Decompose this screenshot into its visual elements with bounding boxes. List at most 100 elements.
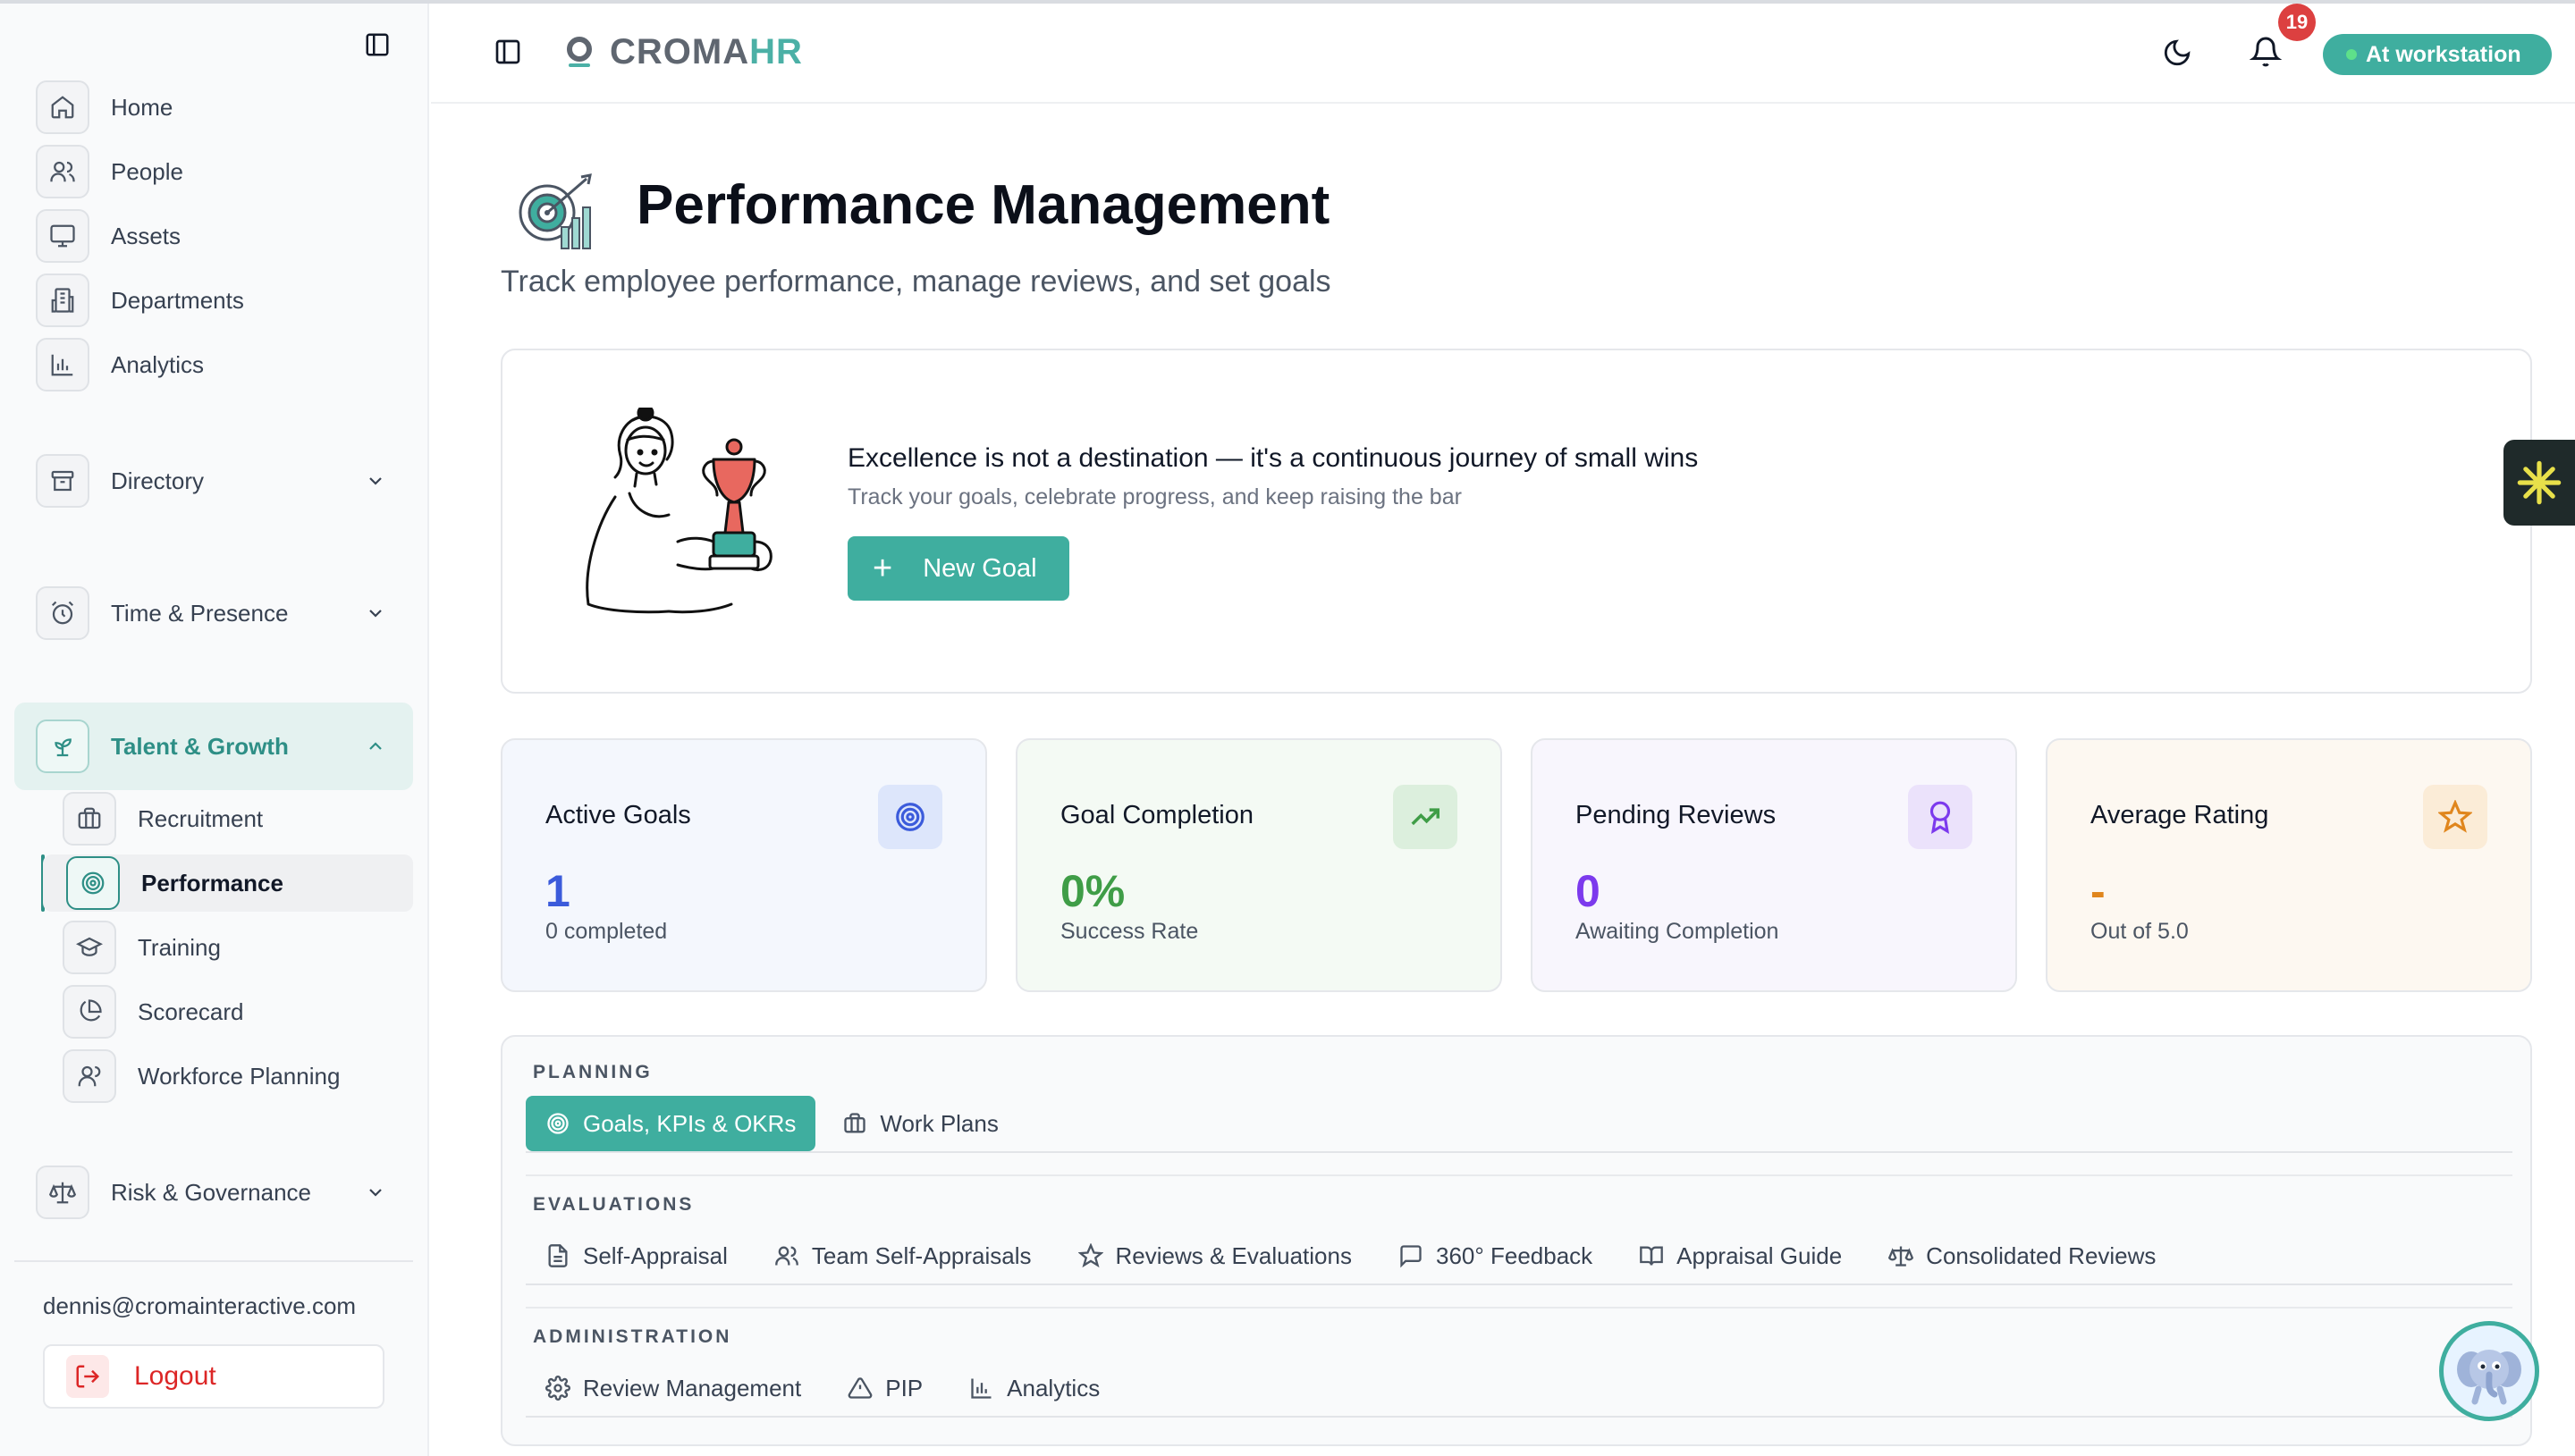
sidebar-group-risk-governance[interactable]: Risk & Governance (36, 1164, 411, 1221)
sidebar-subitem-label: Workforce Planning (138, 1062, 341, 1090)
panel-left-icon (366, 33, 389, 56)
section-title-planning: PLANNING (533, 1062, 653, 1082)
sidebar-item-analytics[interactable]: Analytics (36, 336, 411, 393)
chevron-down-icon (369, 477, 382, 485)
section-title-administration: ADMINISTRATION (533, 1326, 732, 1347)
target-icon (878, 785, 942, 849)
tab-reviews-evaluations[interactable]: Reviews & Evaluations (1059, 1228, 1372, 1283)
new-goal-button[interactable]: + New Goal (848, 536, 1069, 601)
sidebar-item-assets[interactable]: Assets (36, 207, 411, 265)
stat-subtext: Out of 5.0 (2090, 919, 2189, 944)
moon-icon (2164, 39, 2191, 66)
logout-label: Logout (134, 1361, 216, 1391)
briefcase-icon (63, 792, 116, 846)
presence-status-label: At workstation (2366, 41, 2521, 67)
tab-label: PIP (885, 1374, 924, 1401)
logout-button[interactable]: Logout (43, 1344, 384, 1409)
evaluations-tabs: Self-Appraisal Team Self-Appraisals Revi… (526, 1228, 2182, 1283)
stat-card-average-rating[interactable]: Average Rating - Out of 5.0 (2046, 738, 2532, 992)
star-icon (1077, 1243, 1103, 1268)
sidebar-subitem-label: Training (138, 933, 221, 961)
collapse-sidebar-button[interactable] (361, 29, 393, 61)
sidebar-subitem-training[interactable]: Training (63, 919, 413, 976)
sidebar-subitem-recruitment[interactable]: Recruitment (63, 790, 413, 847)
gear-icon (545, 1376, 570, 1401)
tab-appraisal-guide[interactable]: Appraisal Guide (1619, 1228, 1862, 1283)
plus-icon: + (873, 550, 893, 587)
theme-toggle-button[interactable] (2162, 38, 2192, 72)
sidebar: Home People Assets Departments Analytics… (0, 0, 429, 1456)
chevron-down-icon (369, 610, 382, 618)
stat-subtext: 0 completed (545, 919, 668, 944)
chevron-up-icon (369, 742, 382, 750)
sidebar-subitem-scorecard[interactable]: Scorecard (63, 983, 413, 1040)
tab-360-feedback[interactable]: 360° Feedback (1379, 1228, 1612, 1283)
scale-icon (36, 1166, 89, 1219)
bar-chart-icon (36, 338, 89, 391)
tab-pip[interactable]: PIP (828, 1360, 942, 1416)
stat-label: Pending Reviews (1575, 801, 1777, 829)
tab-row-divider (526, 1151, 2512, 1153)
tab-label: Appraisal Guide (1676, 1241, 1843, 1269)
sidebar-subitem-performance[interactable]: Performance (43, 854, 413, 912)
tab-analytics[interactable]: Analytics (950, 1360, 1119, 1416)
users-icon (775, 1246, 798, 1266)
stat-subtext: Success Rate (1060, 919, 1199, 944)
app-logo[interactable]: CROMAHR (563, 32, 803, 72)
notifications-button[interactable] (2249, 36, 2283, 72)
sidebar-subitem-label: Scorecard (138, 997, 244, 1025)
notification-count-badge: 19 (2278, 4, 2316, 41)
sidebar-item-label: People (111, 157, 183, 185)
sidebar-group-talent-growth[interactable]: Talent & Growth (36, 718, 411, 775)
star-icon (2423, 785, 2487, 849)
bar-chart-icon (971, 1378, 992, 1399)
trophy-person-illustration (586, 408, 772, 614)
tab-label: Analytics (1007, 1374, 1101, 1401)
tab-review-management[interactable]: Review Management (526, 1360, 821, 1416)
new-goal-label: New Goal (923, 553, 1037, 583)
tab-label: Goals, KPIs & OKRs (583, 1109, 797, 1137)
sidebar-group-directory[interactable]: Directory (36, 452, 411, 509)
building-icon (36, 274, 89, 327)
graduation-cap-icon (63, 921, 116, 974)
page-title: Performance Management (637, 174, 1330, 236)
monitor-icon (36, 209, 89, 263)
tab-team-self-appraisals[interactable]: Team Self-Appraisals (755, 1228, 1051, 1283)
pie-chart-icon (63, 985, 116, 1039)
stat-card-goal-completion[interactable]: Goal Completion 0% Success Rate (1016, 738, 1502, 992)
tab-label: Reviews & Evaluations (1115, 1241, 1352, 1269)
toggle-sidebar-button[interactable] (494, 38, 522, 71)
sidebar-group-label: Risk & Governance (111, 1178, 311, 1206)
sidebar-group-time-presence[interactable]: Time & Presence (36, 585, 411, 642)
sidebar-divider (14, 1260, 413, 1262)
tab-self-appraisal[interactable]: Self-Appraisal (526, 1228, 747, 1283)
window-top-border (0, 0, 2575, 4)
sidebar-group-label: Directory (111, 467, 205, 494)
tab-work-plans[interactable]: Work Plans (823, 1096, 1017, 1151)
feedback-widget-button[interactable] (2503, 440, 2575, 526)
sidebar-item-label: Analytics (111, 350, 205, 378)
elephant-mascot-icon (2457, 1350, 2521, 1405)
assistant-chat-button[interactable] (2439, 1321, 2539, 1421)
award-icon (1908, 785, 1972, 849)
stat-card-active-goals[interactable]: Active Goals 1 0 completed (501, 738, 987, 992)
presence-status-button[interactable]: At workstation (2323, 34, 2552, 75)
target-chart-icon (519, 173, 592, 249)
stat-label: Average Rating (2090, 801, 2269, 829)
tab-label: Review Management (583, 1374, 802, 1401)
logo-mark-icon (567, 36, 592, 67)
tab-consolidated-reviews[interactable]: Consolidated Reviews (1869, 1228, 2175, 1283)
warning-triangle-icon (848, 1377, 873, 1399)
stat-card-pending-reviews[interactable]: Pending Reviews 0 Awaiting Completion (1531, 738, 2017, 992)
sparkle-icon (2517, 460, 2562, 505)
motivation-banner: Excellence is not a destination — it's a… (501, 349, 2532, 694)
home-icon (36, 80, 89, 134)
tab-row-divider (526, 1416, 2512, 1418)
tab-goals-kpis-okrs[interactable]: Goals, KPIs & OKRs (526, 1096, 816, 1151)
sidebar-item-people[interactable]: People (36, 143, 411, 200)
target-icon (66, 856, 120, 910)
sidebar-item-home[interactable]: Home (36, 79, 411, 136)
sidebar-item-label: Assets (111, 222, 182, 249)
sidebar-subitem-workforce-planning[interactable]: Workforce Planning (63, 1048, 413, 1105)
sidebar-item-departments[interactable]: Departments (36, 272, 411, 329)
